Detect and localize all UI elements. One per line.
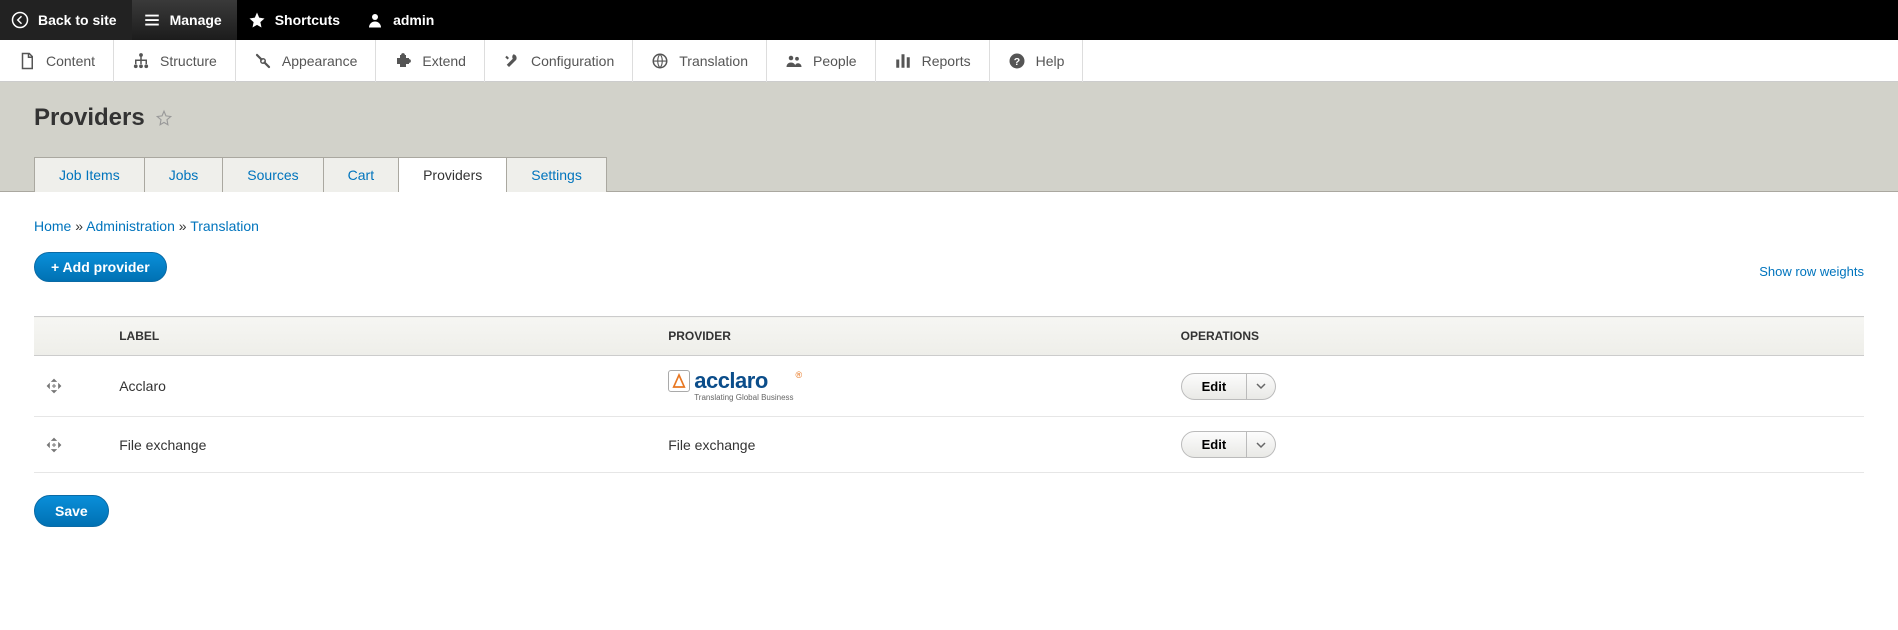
- breadcrumb-administration[interactable]: Administration: [86, 218, 175, 234]
- page-header-region: Providers Job Items Jobs Sources Cart Pr…: [0, 82, 1898, 191]
- row-operations-cell: Edit: [1169, 417, 1864, 473]
- hamburger-icon: [142, 10, 162, 30]
- tab-label: Job Items: [59, 167, 120, 183]
- provider-logo-tagline: Translating Global Business: [694, 394, 793, 402]
- acclaro-mark-icon: [668, 370, 690, 392]
- tab-sources[interactable]: Sources: [222, 157, 323, 192]
- edit-button[interactable]: Edit: [1181, 373, 1248, 400]
- puzzle-icon: [394, 52, 412, 70]
- admin-tab-label: Help: [1036, 53, 1065, 69]
- primary-tabs: Job Items Jobs Sources Cart Providers Se…: [34, 156, 1864, 191]
- tab-jobs[interactable]: Jobs: [144, 157, 224, 192]
- table-row: File exchange File exchange Edit: [34, 417, 1864, 473]
- col-operations: OPERATIONS: [1169, 317, 1864, 356]
- admin-tab-label: Extend: [422, 53, 466, 69]
- add-provider-button[interactable]: + Add provider: [34, 252, 167, 282]
- admin-tab-label: Reports: [922, 53, 971, 69]
- admin-tab-label: Structure: [160, 53, 217, 69]
- admin-tab-structure[interactable]: Structure: [114, 40, 236, 82]
- admin-user-button[interactable]: admin: [355, 0, 449, 40]
- admin-user-label: admin: [393, 12, 434, 28]
- table-header-row: LABEL PROVIDER OPERATIONS: [34, 317, 1864, 356]
- col-drag: [34, 317, 107, 356]
- tab-label: Cart: [348, 167, 374, 183]
- tools-icon: [503, 52, 521, 70]
- row-label-cell: File exchange: [107, 417, 656, 473]
- providers-table: LABEL PROVIDER OPERATIONS Acclaro a: [34, 316, 1864, 473]
- admin-tab-reports[interactable]: Reports: [876, 40, 990, 82]
- operations-dropdown: Edit: [1181, 373, 1277, 400]
- admin-tab-configuration[interactable]: Configuration: [485, 40, 633, 82]
- col-label: LABEL: [107, 317, 656, 356]
- svg-text:?: ?: [1013, 55, 1019, 67]
- operations-toggle[interactable]: [1247, 373, 1276, 400]
- barchart-icon: [894, 52, 912, 70]
- tab-label: Settings: [531, 167, 582, 183]
- document-icon: [18, 52, 36, 70]
- page-title-text: Providers: [34, 104, 145, 132]
- breadcrumb-sep: »: [75, 218, 83, 234]
- admin-tab-content[interactable]: Content: [0, 40, 114, 82]
- globe-icon: [651, 52, 669, 70]
- tab-settings[interactable]: Settings: [506, 157, 607, 192]
- people-icon: [785, 52, 803, 70]
- back-to-site-label: Back to site: [38, 12, 117, 28]
- breadcrumb-home[interactable]: Home: [34, 218, 71, 234]
- tab-cart[interactable]: Cart: [323, 157, 399, 192]
- row-provider-cell: acclaro Translating Global Business ®: [656, 356, 1168, 417]
- admin-tab-label: Translation: [679, 53, 748, 69]
- admin-bar: Content Structure Appearance Extend Conf…: [0, 40, 1898, 82]
- admin-tab-translation[interactable]: Translation: [633, 40, 767, 82]
- admin-tab-people[interactable]: People: [767, 40, 876, 82]
- wrench-icon: [254, 52, 272, 70]
- breadcrumb-translation[interactable]: Translation: [190, 218, 259, 234]
- back-to-site-button[interactable]: Back to site: [0, 0, 132, 40]
- col-provider: PROVIDER: [656, 317, 1168, 356]
- edit-button[interactable]: Edit: [1181, 431, 1248, 458]
- tab-job-items[interactable]: Job Items: [34, 157, 145, 192]
- show-row-weights-link[interactable]: Show row weights: [1759, 264, 1864, 279]
- registered-mark: ®: [796, 370, 803, 380]
- manage-label: Manage: [170, 12, 222, 28]
- save-button[interactable]: Save: [34, 495, 109, 527]
- admin-tab-label: Content: [46, 53, 95, 69]
- admin-tab-label: People: [813, 53, 857, 69]
- row-label-cell: Acclaro: [107, 356, 656, 417]
- operations-toggle[interactable]: [1247, 431, 1276, 458]
- shortcuts-button[interactable]: Shortcuts: [237, 0, 355, 40]
- provider-logo-text: acclaro: [694, 370, 793, 392]
- manage-button[interactable]: Manage: [132, 0, 237, 40]
- row-provider-cell: File exchange: [656, 417, 1168, 473]
- admin-tab-extend[interactable]: Extend: [376, 40, 485, 82]
- user-icon: [365, 10, 385, 30]
- admin-tab-label: Appearance: [282, 53, 358, 69]
- table-row: Acclaro acclaro Translating Global Busin…: [34, 356, 1864, 417]
- favorite-star-icon[interactable]: [155, 109, 173, 127]
- tab-providers[interactable]: Providers: [398, 157, 507, 192]
- hierarchy-icon: [132, 52, 150, 70]
- help-icon: ?: [1008, 52, 1026, 70]
- drag-handle-icon[interactable]: [34, 356, 107, 417]
- toolbar: Back to site Manage Shortcuts admin: [0, 0, 1898, 40]
- page-title: Providers: [34, 104, 1864, 132]
- caret-down-icon: [1256, 381, 1266, 391]
- admin-tab-appearance[interactable]: Appearance: [236, 40, 377, 82]
- caret-down-icon: [1256, 440, 1266, 450]
- shortcuts-label: Shortcuts: [275, 12, 340, 28]
- tab-label: Jobs: [169, 167, 199, 183]
- drag-handle-icon[interactable]: [34, 417, 107, 473]
- tab-label: Providers: [423, 167, 482, 183]
- admin-tab-help[interactable]: ? Help: [990, 40, 1084, 82]
- back-icon: [10, 10, 30, 30]
- row-operations-cell: Edit: [1169, 356, 1864, 417]
- tab-label: Sources: [247, 167, 298, 183]
- breadcrumb: Home » Administration » Translation: [34, 218, 1864, 234]
- content-region: Home » Administration » Translation + Ad…: [0, 191, 1898, 553]
- provider-logo: acclaro Translating Global Business ®: [668, 370, 802, 402]
- breadcrumb-sep: »: [179, 218, 187, 234]
- operations-dropdown: Edit: [1181, 431, 1277, 458]
- admin-tab-label: Configuration: [531, 53, 614, 69]
- star-icon: [247, 10, 267, 30]
